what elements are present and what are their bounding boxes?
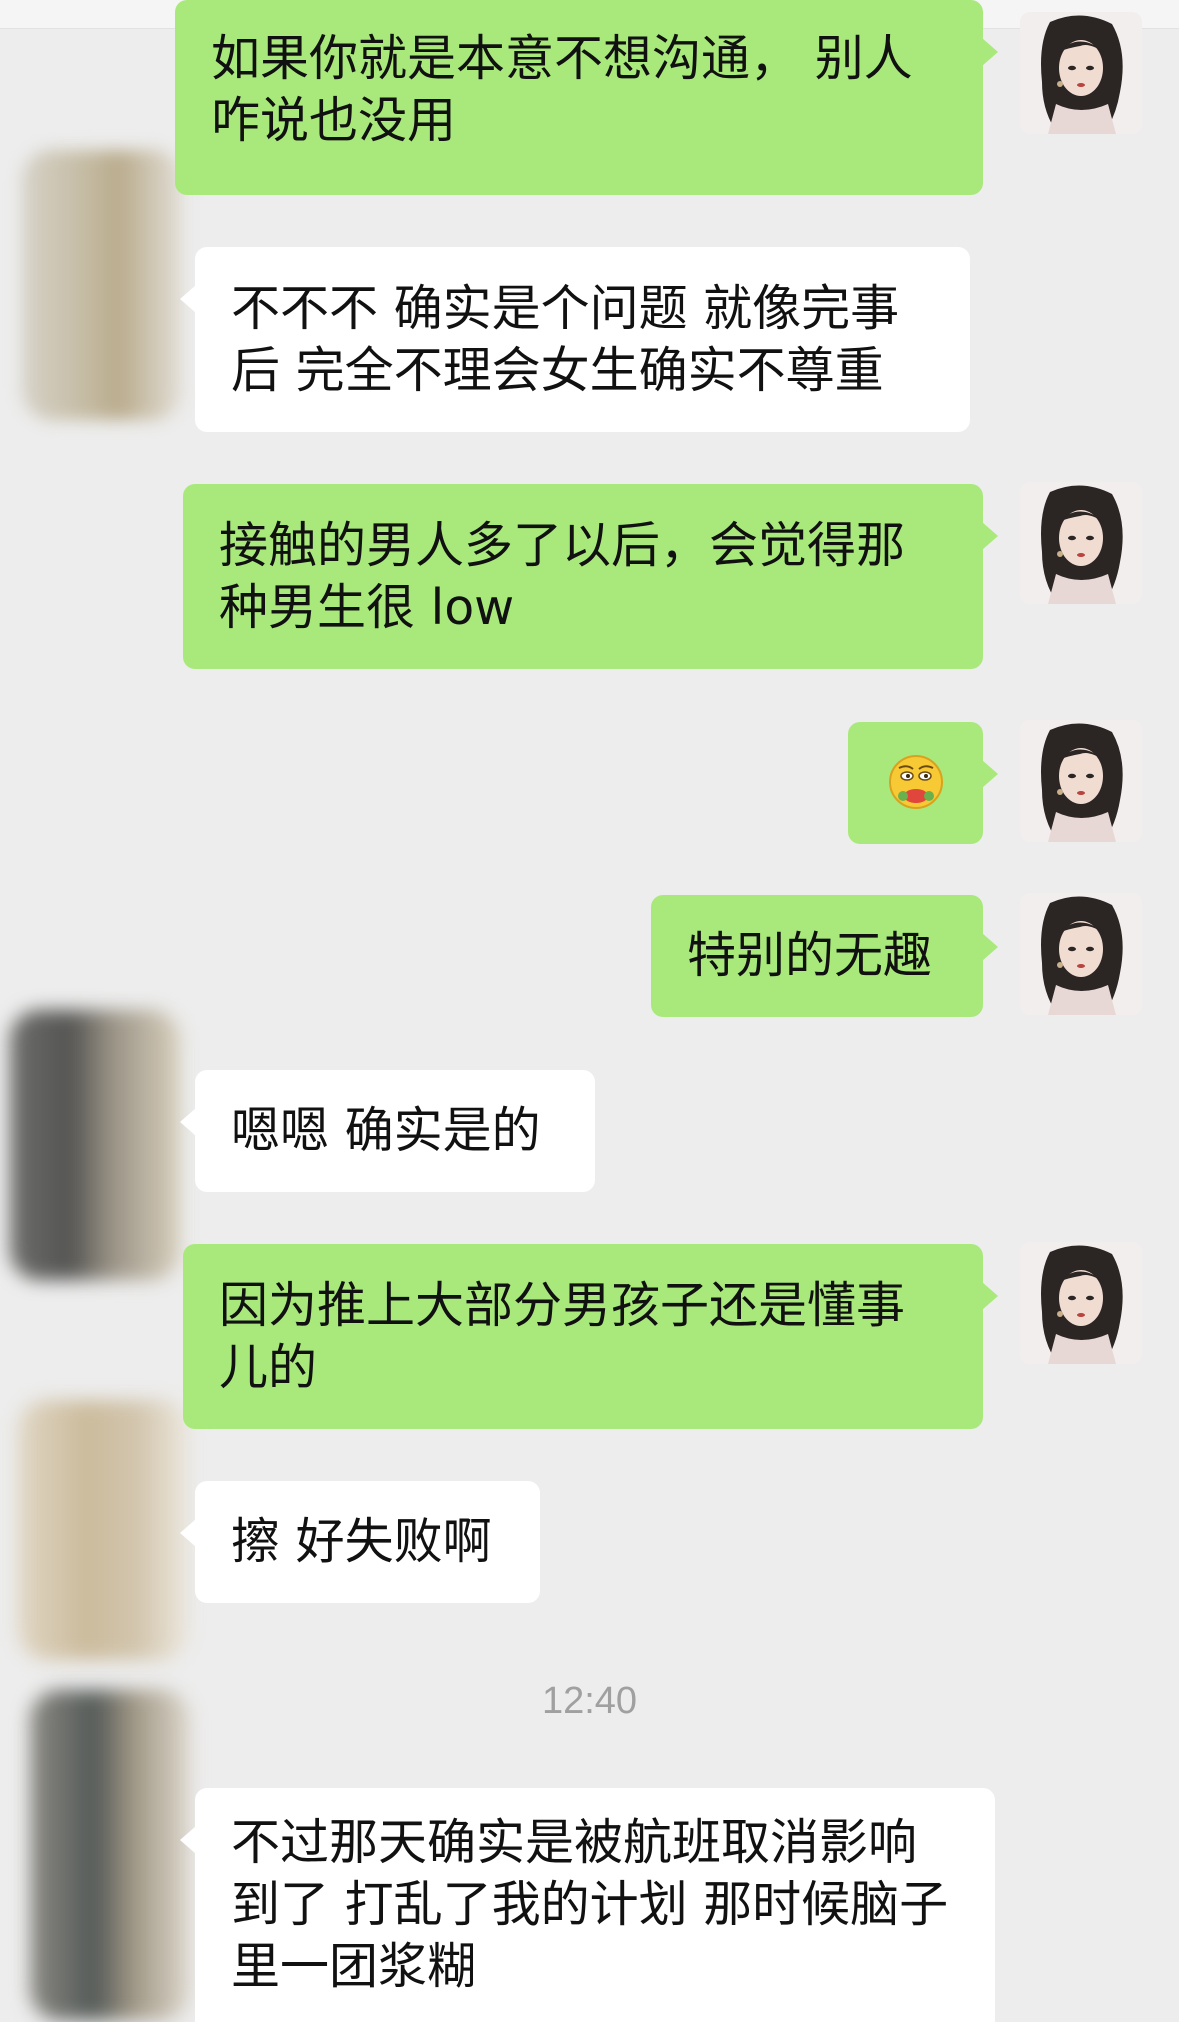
message-text: 不不不 确实是个问题 就像完事后 完全不理会女生确实不尊重 — [231, 279, 900, 399]
timestamp: 12:40 — [541, 1680, 638, 1722]
my-avatar[interactable] — [1020, 720, 1142, 842]
message-bubble-sent[interactable]: 特别的无趣 — [651, 895, 998, 1017]
message-text: 特别的无趣 — [687, 927, 933, 984]
message-text: 如果你就是本意不想沟通， 别人咋说也没用 — [211, 30, 913, 149]
message-bubble-sent[interactable]: 如果你就是本意不想沟通， 别人咋说也没用 — [175, 0, 998, 195]
message-bubble-received[interactable]: 嗯嗯 确实是的 — [180, 1070, 595, 1192]
my-avatar[interactable] — [1020, 482, 1142, 604]
contact-avatar[interactable] — [10, 1010, 180, 1280]
contact-avatar[interactable] — [22, 150, 182, 420]
message-bubble-received[interactable]: 不过那天确实是被航班取消影响到了 打乱了我的计划 那时候脑子里一团浆糊 — [180, 1788, 995, 2022]
message-bubble-sent[interactable] — [848, 722, 998, 844]
message-bubble-received[interactable]: 擦 好失败啊 — [180, 1481, 540, 1603]
message-text: 擦 好失败啊 — [231, 1513, 492, 1570]
message-text: 不过那天确实是被航班取消影响到了 打乱了我的计划 那时候脑子里一团浆糊 — [231, 1814, 949, 1995]
message-text: 嗯嗯 确实是的 — [231, 1102, 541, 1159]
message-bubble-received[interactable]: 不不不 确实是个问题 就像完事后 完全不理会女生确实不尊重 — [180, 247, 970, 432]
my-avatar[interactable] — [1020, 893, 1142, 1015]
message-bubble-sent[interactable]: 接触的男人多了以后，会觉得那种男生很 low — [183, 484, 998, 669]
contact-avatar[interactable] — [30, 1690, 190, 2020]
my-avatar[interactable] — [1020, 1242, 1142, 1364]
pondering-face-emoji-icon — [888, 755, 943, 809]
message-bubble-sent[interactable]: 因为推上大部分男孩子还是懂事儿的 — [183, 1244, 998, 1429]
contact-avatar[interactable] — [18, 1400, 188, 1660]
message-text: 因为推上大部分男孩子还是懂事儿的 — [219, 1276, 906, 1396]
my-avatar[interactable] — [1020, 12, 1142, 134]
message-text: 接触的男人多了以后，会觉得那种男生很 low — [219, 516, 906, 636]
